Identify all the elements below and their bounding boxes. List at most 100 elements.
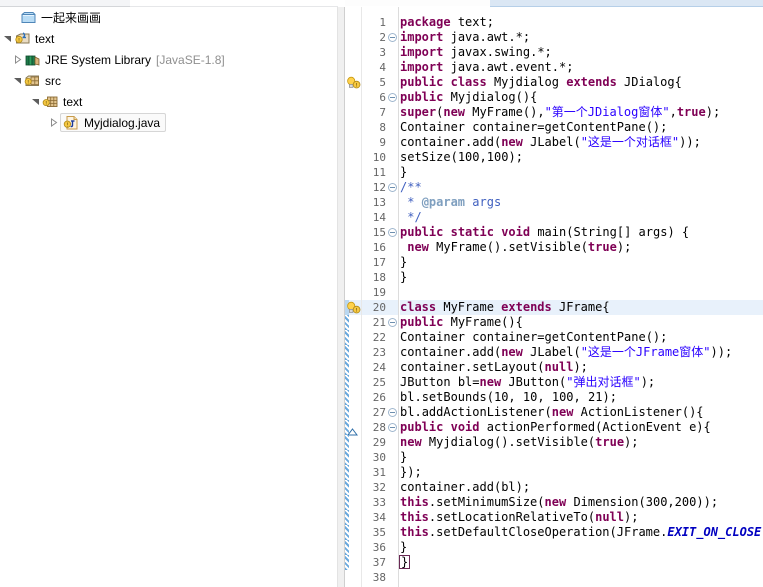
code-line[interactable]: /** (400, 180, 763, 195)
tree-item-label: 一起来画画 (41, 11, 102, 25)
line-number: 5 (379, 76, 386, 89)
tree-item-content: ! src (24, 73, 61, 89)
code-line[interactable]: container.add(new JLabel("这是一个对话框")); (400, 135, 763, 150)
change-bar (345, 330, 349, 345)
fold-collapse-marker[interactable] (388, 318, 397, 327)
code-line[interactable]: } (400, 450, 763, 465)
line-number: 36 (372, 541, 386, 554)
code-editor[interactable]: ! ! 1 2 3 4 5 6 7 8 9 10 11 12 13 14 15 16 17 18 19 20 21 22 2… (345, 7, 763, 587)
code-line[interactable]: public MyFrame(){ (400, 315, 763, 330)
tree-item-project-huahua[interactable]: 一起来画画 (0, 7, 337, 28)
eclipse-window: 一起来画画 ! text JRE System Library [JavaSE-1… (0, 0, 763, 587)
line-number: 15 (372, 226, 386, 239)
code-line[interactable]: }); (400, 465, 763, 480)
warning-bulb-icon[interactable]: ! (346, 301, 361, 315)
line-number: 11 (372, 166, 386, 179)
fold-collapse-marker[interactable] (388, 33, 397, 42)
code-line[interactable]: public class Myjdialog extends JDialog{ (400, 75, 763, 90)
change-bar (345, 435, 349, 450)
change-bar (345, 360, 349, 375)
code-line[interactable]: import java.awt.*; (400, 30, 763, 45)
library-icon (24, 52, 41, 68)
code-line[interactable]: } (400, 270, 763, 285)
panel-divider[interactable] (337, 7, 345, 587)
code-line[interactable]: bl.addActionListener(new ActionListener(… (400, 405, 763, 420)
change-bar (345, 315, 349, 330)
code-line[interactable]: JButton bl=new JButton("弹出对话框"); (400, 375, 763, 390)
change-bar (345, 405, 349, 420)
package-explorer-tab-area (130, 0, 338, 7)
chevron-down-icon[interactable] (10, 70, 24, 91)
editor-tab-active[interactable] (345, 0, 702, 7)
code-line[interactable]: } (399, 555, 763, 570)
code-line[interactable]: public Myjdialog(){ (400, 90, 763, 105)
line-number: 37 (372, 556, 386, 569)
code-line[interactable]: public static void main(String[] args) { (400, 225, 763, 240)
line-number: 26 (372, 391, 386, 404)
line-number: 22 (372, 331, 386, 344)
code-line[interactable]: } (400, 540, 763, 555)
code-line[interactable]: container.add(new JLabel("这是一个JFrame窗体")… (400, 345, 763, 360)
line-number: 30 (372, 451, 386, 464)
code-line[interactable]: container.setLayout(null); (400, 360, 763, 375)
code-line[interactable]: package text; (400, 15, 763, 30)
fold-collapse-marker[interactable] (388, 93, 397, 102)
change-bar (345, 390, 349, 405)
current-line-highlight (386, 300, 398, 315)
tree-item-content: ! text (42, 94, 82, 110)
folder-icon (20, 10, 37, 26)
line-number: 8 (379, 121, 386, 134)
chevron-right-icon[interactable] (46, 112, 60, 133)
line-number: 28 (372, 421, 386, 434)
tree-item-label: text (63, 94, 83, 109)
editor-folding-ruler[interactable] (386, 7, 399, 587)
change-bar (345, 480, 349, 495)
line-number: 34 (372, 511, 386, 524)
fold-collapse-marker[interactable] (388, 183, 397, 192)
code-line[interactable]: * @param args (400, 195, 763, 210)
code-line[interactable]: new Myjdialog().setVisible(true); (400, 435, 763, 450)
code-line[interactable]: this.setMinimumSize(new Dimension(300,20… (400, 495, 763, 510)
line-number: 1 (379, 16, 386, 29)
code-line[interactable]: super(new MyFrame(),"第一个JDialog窗体",true)… (400, 105, 763, 120)
override-triangle-icon[interactable] (347, 423, 358, 436)
fold-collapse-marker[interactable] (388, 228, 397, 237)
tree-item-src-folder[interactable]: ! src (0, 70, 337, 91)
package-explorer-tab[interactable] (0, 0, 130, 7)
line-number: 13 (372, 196, 386, 209)
code-line[interactable]: } (400, 165, 763, 180)
code-line[interactable]: bl.setBounds(10, 10, 100, 21); (400, 390, 763, 405)
code-line[interactable]: container.add(bl); (400, 480, 763, 495)
code-line[interactable]: import java.awt.event.*; (400, 60, 763, 75)
code-line[interactable]: new MyFrame().setVisible(true); (400, 240, 763, 255)
tree-item-project-text[interactable]: ! text (0, 28, 337, 49)
tree-item-selection[interactable]: ! Myjdialog.java (60, 113, 167, 132)
code-line[interactable] (400, 285, 763, 300)
code-line[interactable]: Container container=getContentPane(); (400, 330, 763, 345)
code-line[interactable]: setSize(100,100); (400, 150, 763, 165)
warning-bulb-icon[interactable]: ! (346, 76, 361, 90)
chevron-down-icon[interactable] (28, 91, 42, 112)
code-line[interactable]: import javax.swing.*; (400, 45, 763, 60)
code-line[interactable] (400, 570, 763, 585)
tree-item-package-text[interactable]: ! text (0, 91, 337, 112)
code-line[interactable]: this.setLocationRelativeTo(null); (400, 510, 763, 525)
editor-annotation-ruler[interactable]: ! ! (345, 7, 362, 587)
code-line[interactable]: Container container=getContentPane(); (400, 120, 763, 135)
editor-text-area[interactable]: package text; import java.awt.*; import ja… (399, 7, 763, 587)
code-line[interactable]: class MyFrame extends JFrame{ (400, 300, 763, 315)
code-line[interactable]: */ (400, 210, 763, 225)
tree-item-file-myjdialog[interactable]: ! Myjdialog.java (0, 112, 337, 133)
code-line[interactable]: } (400, 255, 763, 270)
line-number: 33 (372, 496, 386, 509)
fold-collapse-marker[interactable] (388, 408, 397, 417)
chevron-down-icon[interactable] (0, 28, 14, 49)
change-bar (345, 345, 349, 360)
editor-line-number-ruler: 1 2 3 4 5 6 7 8 9 10 11 12 13 14 15 16 17 18 19 20 21 22 23 24 2… (362, 7, 386, 587)
fold-collapse-marker[interactable] (388, 423, 397, 432)
code-line[interactable]: this.setDefaultCloseOperation(JFrame.EXI… (400, 525, 763, 540)
chevron-right-icon[interactable] (10, 49, 24, 70)
tree-item-jre-system-library[interactable]: JRE System Library [JavaSE-1.8] (0, 49, 337, 70)
code-line[interactable]: public void actionPerformed(ActionEvent … (400, 420, 763, 435)
